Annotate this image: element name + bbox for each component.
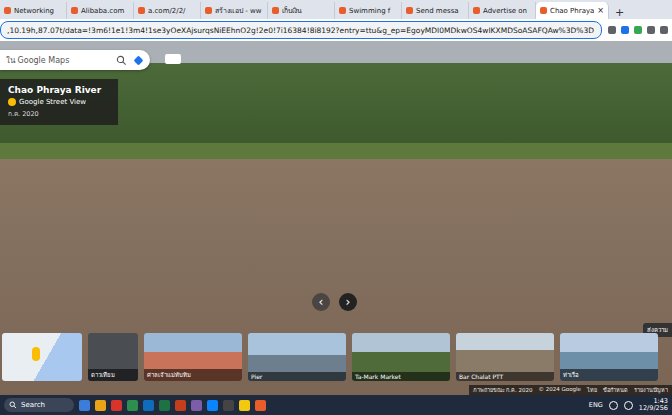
extension-icon[interactable]	[621, 26, 629, 34]
language-indicator[interactable]: ENG	[589, 401, 603, 409]
favicon-icon	[71, 7, 78, 14]
filmstrip: ดาวเทียมศาลเจ้าแม่ทับทิมPierTa-Mark Mark…	[0, 333, 672, 381]
address-bar[interactable]: ,10.19h,87.07t/data=!3m6!1e1!3m4!1se3yOe…	[0, 21, 602, 39]
address-row: ,10.19h,87.07t/data=!3m6!1e1!3m4!1se3yOe…	[0, 19, 672, 41]
filmstrip-thumbnail[interactable]: ศาลเจ้าแม่ทับทิม	[144, 333, 242, 381]
favicon-icon	[473, 7, 480, 14]
footer-link[interactable]: © 2024 Google	[539, 386, 581, 394]
app-icon[interactable]	[159, 400, 170, 411]
favicon-icon	[138, 7, 145, 14]
footer-link[interactable]: ข้อกำหนด	[603, 386, 628, 394]
extension-icon[interactable]	[634, 26, 642, 34]
taskbar-search[interactable]: Search	[4, 398, 74, 412]
app-icon[interactable]	[255, 400, 266, 411]
place-card: Chao Phraya RiverGoogle Street Viewก.ค. …	[0, 79, 118, 125]
close-tab-button[interactable]: ×	[597, 6, 604, 15]
favicon-icon	[339, 7, 346, 14]
browser-tab[interactable]: Swimming f	[335, 2, 402, 19]
street-view-icon	[8, 98, 16, 106]
browser-tab[interactable]: เก็บเงิน	[268, 2, 335, 19]
next-button[interactable]: ›	[339, 293, 357, 311]
browser-tab[interactable]: Networking	[0, 2, 67, 19]
app-icon[interactable]	[207, 400, 218, 411]
browser-tab[interactable]: a.com/2/2/	[134, 2, 201, 19]
browser-tab[interactable]: สร้างแอป - ww	[201, 2, 268, 19]
app-icon[interactable]	[127, 400, 138, 411]
extensions	[608, 26, 668, 34]
extension-icon[interactable]	[608, 26, 616, 34]
filmstrip-thumbnail[interactable]: ดาวเทียม	[88, 333, 138, 381]
extension-icon[interactable]	[647, 26, 655, 34]
clock[interactable]: 1:4312/9/256	[639, 398, 668, 412]
new-tab-button[interactable]: +	[609, 6, 630, 19]
search-icon	[9, 401, 17, 409]
favicon-icon	[205, 7, 212, 14]
maps-search-box[interactable]: ใน Google Maps	[0, 50, 150, 70]
filmstrip-thumbnail[interactable]	[2, 333, 82, 381]
wifi-icon[interactable]	[609, 401, 618, 410]
favicon-icon	[272, 7, 279, 14]
app-icon[interactable]	[223, 400, 234, 411]
browser-tab[interactable]: Alibaba.com	[67, 2, 134, 19]
previous-button[interactable]: ‹	[312, 293, 330, 311]
app-icon[interactable]	[239, 400, 250, 411]
maps-footer: ภาพถ่ายขณะ ก.ค. 2020 © 2024 Google ไทย ข้อก…	[469, 385, 672, 395]
app-icon[interactable]	[79, 400, 90, 411]
search-icon[interactable]	[116, 55, 127, 66]
filmstrip-thumbnail[interactable]: Bar Chalat PTT	[456, 333, 554, 381]
app-icon[interactable]	[95, 400, 106, 411]
footer-link[interactable]: รายงานปัญหา	[634, 386, 668, 394]
app-icon[interactable]	[111, 400, 122, 411]
taskbar: Search ENG 1:4312/9/256	[0, 395, 672, 415]
directions-icon[interactable]	[133, 55, 144, 66]
app-icon[interactable]	[191, 400, 202, 411]
app-icon[interactable]	[143, 400, 154, 411]
keyboard-icon[interactable]	[165, 54, 181, 64]
extension-icon[interactable]	[660, 26, 668, 34]
street-view[interactable]: ใน Google Maps Chao Phraya RiverGoogle St…	[0, 41, 672, 395]
filmstrip-thumbnail[interactable]: Pier	[248, 333, 346, 381]
favicon-icon	[406, 7, 413, 14]
app-icon[interactable]	[175, 400, 186, 411]
photo-nav: ‹›	[312, 293, 357, 311]
favicon-icon	[540, 7, 547, 14]
screen: NetworkingAlibaba.coma.com/2/2/สร้างแอป …	[0, 0, 672, 415]
footer-link[interactable]: ไทย	[587, 386, 597, 394]
filmstrip-thumbnail[interactable]: Ta-Mark Market	[352, 333, 450, 381]
volume-icon[interactable]	[624, 401, 633, 410]
tab-bar: NetworkingAlibaba.coma.com/2/2/สร้างแอป …	[0, 0, 672, 19]
browser-tab[interactable]: Advertise on	[469, 2, 536, 19]
filmstrip-thumbnail[interactable]: ท่าเรือ	[560, 333, 658, 381]
footer-link[interactable]: ภาพถ่ายขณะ ก.ค. 2020	[473, 386, 533, 394]
browser-tab[interactable]: Chao Phraya×	[536, 2, 609, 19]
browser-tab[interactable]: Send messa	[402, 2, 469, 19]
favicon-icon	[4, 7, 11, 14]
pegman-icon	[32, 347, 40, 361]
